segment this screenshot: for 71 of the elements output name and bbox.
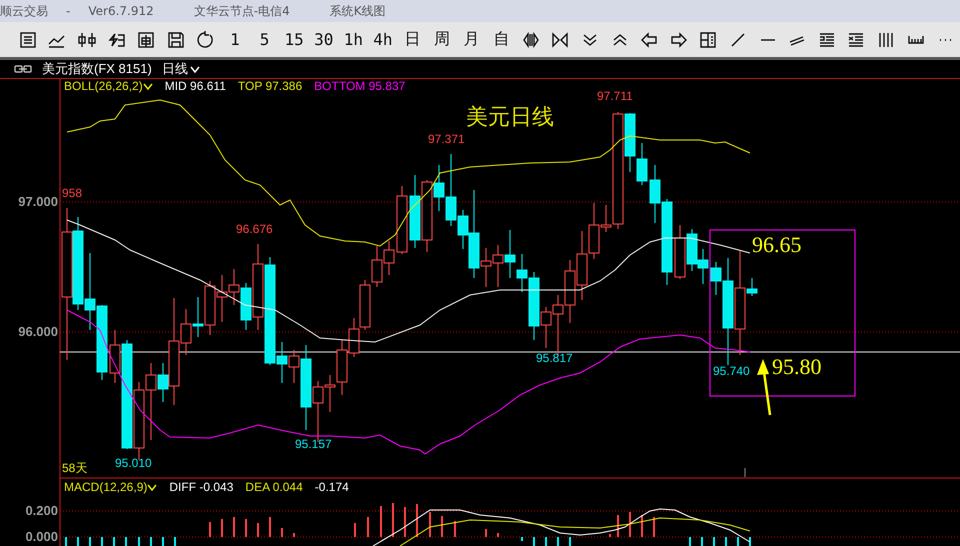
top-value: TOP 97.386 [238, 79, 302, 93]
dea-value: DEA 0.044 [245, 480, 303, 494]
period-button[interactable]: 周 [427, 26, 457, 54]
price-label: 95.157 [295, 437, 332, 451]
candlestick [674, 224, 686, 280]
period-button[interactable]: 30 [308, 26, 339, 54]
indicator-dropdown[interactable]: MACD(12,26,9) [64, 480, 158, 494]
candlestick [576, 230, 588, 300]
candlestick [384, 240, 394, 276]
period-button[interactable]: 日 [398, 26, 428, 54]
candlestick [698, 248, 708, 284]
title-separator: - [66, 4, 70, 18]
candlestick [216, 274, 228, 322]
period-button[interactable]: 自 [486, 26, 516, 54]
candlestick [204, 280, 216, 336]
period-button[interactable]: 5 [250, 26, 280, 54]
ruler-icon [908, 35, 924, 44]
caret-icon [190, 66, 200, 72]
price-label: 958 [62, 186, 82, 200]
bottom-value: BOTTOM 95.837 [314, 79, 406, 93]
version-text: Ver6.7.912 [88, 4, 154, 18]
candlestick [636, 142, 648, 186]
candlestick [686, 228, 698, 272]
app-name: 顺云交易 [0, 2, 48, 20]
axis-label: 97.000 [18, 194, 58, 209]
bar-count: 58天 [62, 460, 88, 477]
window-title: 系统K线图 [330, 2, 386, 20]
arrow-icon [757, 359, 772, 416]
price-label: 97.371 [428, 132, 465, 146]
candlestick [360, 280, 370, 330]
layout-icon [698, 30, 718, 50]
period-button[interactable]: 1h [338, 26, 368, 54]
save-icon [166, 30, 186, 50]
server-name: 文华云节点-电信4 [194, 2, 290, 20]
axis-label: 96.000 [18, 324, 58, 339]
chart-title: 美元日线 [466, 103, 554, 131]
symbol-name: 美元指数(FX 8151) [42, 60, 152, 78]
price-label: 96.676 [236, 222, 273, 236]
candlestick [564, 260, 576, 324]
period-button[interactable]: 1 [220, 26, 250, 54]
axis-label: 0.200 [25, 503, 58, 518]
macd-value: -0.174 [314, 480, 349, 494]
candlestick [228, 268, 240, 306]
candlestick [372, 246, 382, 288]
caret-icon [142, 82, 153, 90]
caret-icon [147, 484, 158, 490]
period-button[interactable]: 4h [368, 26, 398, 54]
link-icon [14, 65, 32, 73]
axis-label: 0.000 [25, 529, 58, 544]
refresh-icon [195, 30, 216, 50]
list-icon [18, 30, 38, 50]
candlestick [396, 186, 408, 254]
price-label: 95.010 [115, 456, 152, 470]
price-label: 97.711 [597, 89, 633, 103]
candlestick [348, 318, 360, 358]
table-icon [136, 30, 156, 50]
mid-value: MID 96.611 [164, 79, 226, 93]
period-button[interactable]: 月 [456, 26, 486, 54]
indicator-dropdown[interactable]: BOLL(26,26,2) [64, 79, 153, 93]
horizontal-line-icon [760, 38, 775, 40]
diff-value: DIFF -0.043 [169, 480, 234, 494]
period-button[interactable]: 15 [279, 26, 309, 54]
price-annotation: 95.80 [772, 354, 822, 380]
period-dropdown[interactable]: 日线 [162, 60, 200, 78]
marker-tick [744, 468, 746, 478]
candlestick [504, 230, 516, 278]
price-label: 95.817 [536, 351, 573, 365]
candlestick [492, 244, 504, 288]
candlestick [192, 296, 204, 338]
price-annotation: 96.65 [752, 232, 802, 258]
price-label: 95.740 [713, 364, 750, 378]
